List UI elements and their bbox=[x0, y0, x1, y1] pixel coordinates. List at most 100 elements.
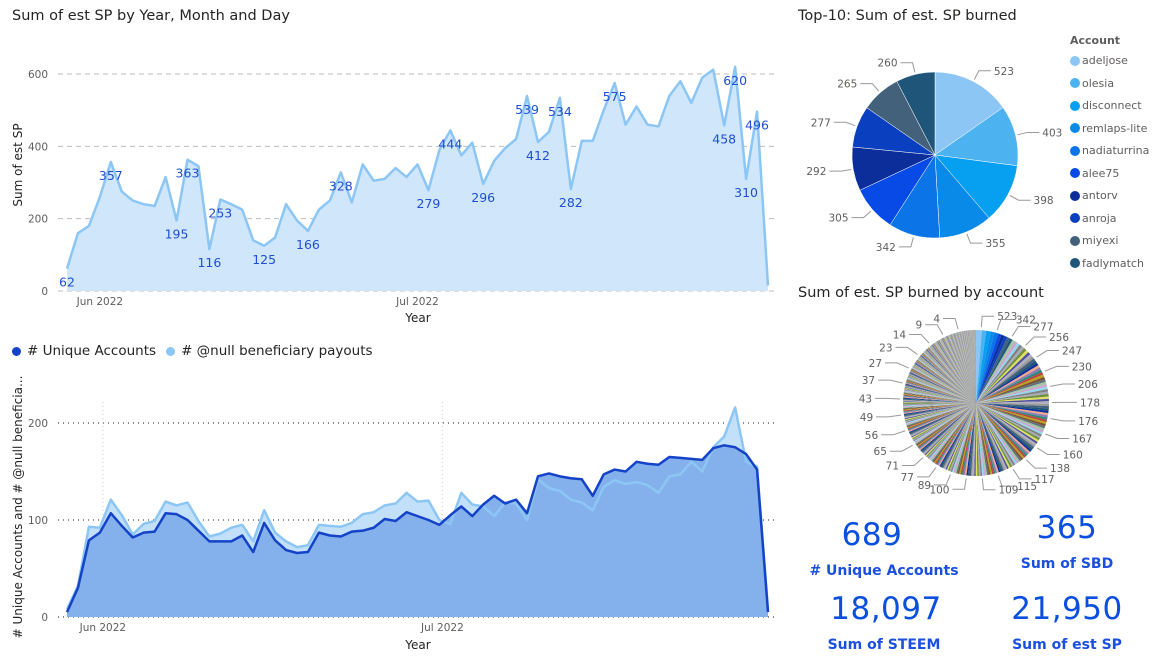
top10-pie-chart[interactable]: 523 403 398 355 342 305 292 277 265 260 bbox=[790, 30, 1070, 275]
data-label: 125 bbox=[252, 252, 276, 267]
x-tick-label: Jul 2022 bbox=[420, 622, 464, 634]
legend-label: antorv bbox=[1082, 189, 1118, 202]
legend-dot-payouts bbox=[166, 346, 176, 356]
leader-line bbox=[1044, 365, 1069, 372]
leader-line bbox=[916, 467, 937, 478]
legend-dot bbox=[1070, 55, 1080, 66]
leader-line bbox=[1009, 195, 1031, 201]
legend-item-remlaps-lite[interactable]: remlaps-lite bbox=[1070, 122, 1147, 135]
y-tick-label: 100 bbox=[28, 515, 48, 527]
legend-item-olesia[interactable]: olesia bbox=[1070, 77, 1114, 90]
slice-label: 230 bbox=[1072, 361, 1092, 373]
y-tick-label: 400 bbox=[28, 141, 48, 153]
x-tick-label: Jun 2022 bbox=[76, 296, 123, 308]
slice-label: 4 bbox=[933, 313, 940, 325]
legend-label: olesia bbox=[1082, 76, 1115, 90]
slice-label: 277 bbox=[811, 117, 831, 129]
legend-label: remlaps-lite bbox=[1082, 121, 1148, 135]
all-accounts-pie-title: Sum of est. SP burned by account bbox=[798, 285, 1044, 301]
legend-title: Account bbox=[1070, 34, 1121, 47]
slice-label: 117 bbox=[1034, 474, 1054, 486]
top10-pie-title: Top-10: Sum of est. SP burned bbox=[798, 8, 1017, 24]
slice-label: 247 bbox=[1062, 346, 1082, 358]
leader-line bbox=[1025, 459, 1047, 469]
data-label: 62 bbox=[59, 275, 75, 290]
legend-item-fadlymatch[interactable]: fadlymatch bbox=[1070, 257, 1144, 270]
slice-label: 355 bbox=[986, 238, 1006, 250]
legend-label: adeljose bbox=[1082, 54, 1128, 67]
legend-item-disconnect[interactable]: disconnect bbox=[1070, 99, 1142, 112]
slice-label: 160 bbox=[1063, 449, 1083, 461]
legend-dot bbox=[1070, 213, 1080, 223]
legend-item-anroja[interactable]: anroja bbox=[1070, 212, 1117, 225]
data-label: 363 bbox=[176, 166, 200, 181]
legend-item-miyexi[interactable]: miyexi bbox=[1070, 234, 1118, 247]
legend-label: miyexi bbox=[1082, 234, 1119, 247]
data-label: 310 bbox=[734, 185, 758, 200]
leader-line bbox=[1025, 336, 1047, 346]
y-tick-label: 0 bbox=[41, 286, 48, 298]
data-label: 116 bbox=[197, 255, 221, 270]
slice-label: 167 bbox=[1072, 433, 1092, 445]
kpi-label: Sum of est SP bbox=[1012, 637, 1122, 653]
slice-label: 100 bbox=[929, 484, 949, 495]
slice-label: 292 bbox=[806, 166, 826, 178]
legend-item-adeljose[interactable]: adeljose bbox=[1070, 54, 1128, 67]
legend-item-nadiaturrina[interactable]: nadiaturrina bbox=[1070, 144, 1149, 157]
top-chart-title: Sum of est SP by Year, Month and Day bbox=[12, 8, 290, 24]
slice-label: 49 bbox=[860, 412, 873, 424]
leader-line bbox=[981, 478, 996, 491]
all-accounts-pie-chart[interactable]: 5233422772562472302061781761671601381171… bbox=[790, 305, 1156, 495]
leader-line bbox=[885, 362, 909, 369]
kpi-value: 21,950 bbox=[1011, 591, 1123, 627]
leader-line bbox=[875, 397, 901, 400]
data-label: 620 bbox=[723, 73, 747, 88]
leader-line bbox=[1045, 433, 1070, 439]
sp-by-day-chart[interactable]: 0 200 400 600 62 357 195 363 116 253 125 166 328 279 4… bbox=[0, 30, 790, 330]
slice-label: 265 bbox=[837, 79, 857, 91]
slice-label: 260 bbox=[877, 58, 897, 70]
leader-line bbox=[833, 121, 856, 127]
leader-line bbox=[860, 83, 880, 92]
slice-label: 206 bbox=[1078, 379, 1098, 391]
data-label: 282 bbox=[559, 195, 583, 210]
leader-line bbox=[1036, 350, 1060, 358]
data-label: 253 bbox=[208, 205, 232, 220]
slice-label: 305 bbox=[828, 213, 848, 225]
legend-label-unique-accounts[interactable]: # Unique Accounts bbox=[27, 343, 156, 359]
slice-label: 43 bbox=[859, 393, 872, 405]
slice-label: 71 bbox=[886, 460, 899, 472]
slice-label: 77 bbox=[901, 472, 914, 484]
area-fill-unique-accounts bbox=[67, 445, 768, 617]
y-tick-label: 0 bbox=[41, 612, 48, 624]
slice-label: 403 bbox=[1042, 127, 1062, 139]
leader-line bbox=[902, 457, 924, 466]
accounts-payouts-chart[interactable]: 0 100 200 Jun 2022 Jul 2022 Year # Unique Acco… bbox=[0, 362, 790, 662]
leader-line bbox=[1012, 469, 1032, 480]
data-label: 575 bbox=[603, 89, 627, 104]
slice-label: 398 bbox=[1034, 195, 1054, 207]
slice-label: 37 bbox=[862, 375, 875, 387]
kpi-value: 365 bbox=[1036, 510, 1098, 546]
data-label: 496 bbox=[745, 118, 769, 133]
x-tick-label: Jun 2022 bbox=[79, 622, 126, 634]
top10-legend: Account adeljose olesia disconnect remlaps-… bbox=[1070, 34, 1156, 274]
leader-line bbox=[895, 346, 918, 355]
legend-item-antorv[interactable]: antorv bbox=[1070, 189, 1118, 202]
data-label: 458 bbox=[712, 131, 736, 146]
data-label: 534 bbox=[548, 104, 572, 119]
data-label: 279 bbox=[417, 196, 441, 211]
legend-label-payouts[interactable]: # @null beneficiary payouts bbox=[181, 343, 373, 359]
legend-dot-unique-accounts bbox=[12, 346, 21, 356]
leader-line bbox=[881, 430, 906, 436]
data-label: 357 bbox=[99, 168, 123, 183]
leader-line bbox=[943, 317, 959, 330]
leader-line bbox=[909, 334, 930, 344]
data-label: 166 bbox=[296, 237, 320, 252]
kpi-label: # Unique Accounts bbox=[809, 563, 959, 579]
legend-item-alee75[interactable]: alee75 bbox=[1070, 167, 1119, 180]
leader-line bbox=[980, 315, 995, 328]
legend-dot bbox=[1070, 258, 1080, 268]
leader-line bbox=[973, 70, 991, 80]
leader-line bbox=[851, 210, 872, 219]
